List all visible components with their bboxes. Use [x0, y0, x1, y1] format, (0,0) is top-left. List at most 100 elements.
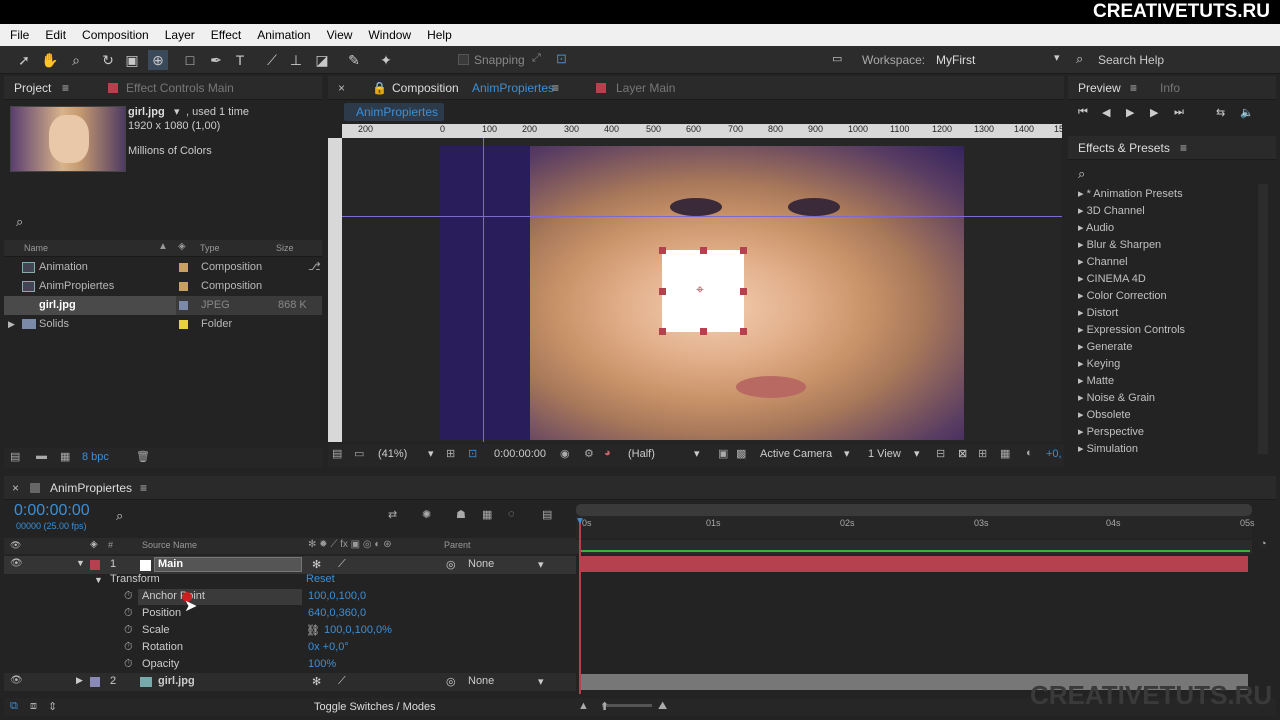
pickwhip-icon[interactable]: ◎ [446, 675, 456, 688]
selection-tool-icon[interactable]: ➚ [14, 50, 34, 70]
camera-tool-icon[interactable]: ▣ [122, 50, 142, 70]
menu-layer[interactable]: Layer [157, 24, 203, 46]
frame-blending-icon[interactable]: ▦ [482, 508, 492, 521]
graph-editor-icon[interactable]: ▤ [542, 508, 552, 521]
project-item-solids[interactable]: ▶ Solids Folder [4, 315, 322, 334]
menu-help[interactable]: Help [419, 24, 460, 46]
value-rotation[interactable]: 0x +0,0° [308, 641, 349, 653]
effect-category[interactable]: ▸ Blur & Sharpen [1078, 238, 1161, 251]
stopwatch-icon[interactable]: ⏱ [124, 641, 133, 654]
expand-stretch-icon[interactable]: ⇕ [48, 700, 57, 713]
col-name[interactable]: Name [24, 243, 48, 253]
eye-icon[interactable]: 👁 [10, 675, 23, 686]
new-composition-icon[interactable]: ▦ [60, 450, 70, 463]
rotate-tool-icon[interactable]: ↻ [98, 50, 118, 70]
workspace-dropdown-icon[interactable]: ▾ [1054, 51, 1060, 64]
transform-label[interactable]: Transform [110, 573, 160, 585]
project-search-icon[interactable]: ⌕ [16, 214, 23, 230]
menu-window[interactable]: Window [360, 24, 419, 46]
hand-tool-icon[interactable]: ✋ [40, 50, 60, 70]
preview-menu-icon[interactable]: ≡ [1130, 81, 1137, 95]
effect-category[interactable]: ▸ Obsolete [1078, 408, 1131, 421]
timeline-icon[interactable]: ⊞ [978, 447, 987, 460]
channel-icon[interactable]: ◕ [604, 447, 611, 459]
current-time[interactable]: 0:00:00:00 [494, 448, 546, 460]
anchor-point-icon[interactable]: ⌖ [696, 281, 704, 298]
layer-label-color[interactable] [90, 677, 100, 687]
shy-switch-icon[interactable]: ✻ [312, 675, 321, 688]
eye-icon[interactable]: 👁 [10, 558, 23, 569]
transparency-icon[interactable]: ▩ [736, 447, 746, 460]
effect-category[interactable]: ▸ Expression Controls [1078, 323, 1185, 336]
expand-triangle-icon[interactable]: ▶ [8, 315, 15, 334]
zoom-in-icon[interactable]: ⛰ [658, 700, 667, 713]
expand-switches-icon[interactable]: ⧉ [10, 700, 18, 713]
roto-tool-icon[interactable]: ✎ [344, 50, 364, 70]
menu-view[interactable]: View [319, 24, 361, 46]
interpret-footage-icon[interactable]: ▤ [10, 450, 20, 463]
handle-bm[interactable] [700, 328, 707, 335]
zoom-select[interactable]: (41%) [378, 448, 407, 460]
value-position[interactable]: 640,0,360,0 [308, 607, 366, 619]
close-icon[interactable]: × [338, 81, 345, 95]
tab-preview[interactable]: Preview [1078, 81, 1121, 95]
tab-info[interactable]: Info [1160, 81, 1180, 95]
effects-scrollbar[interactable] [1258, 184, 1268, 454]
timeline-search-icon[interactable]: ⌕ [116, 508, 123, 524]
transform-expand-icon[interactable]: ▼ [94, 575, 103, 585]
prop-position[interactable]: Position [142, 607, 181, 619]
layer-row-main[interactable]: 👁 ▼ 1 Main ✻ ⟋ ◎ None ▾ [4, 556, 576, 574]
menu-file[interactable]: File [0, 24, 37, 46]
timeline-menu-icon[interactable]: ≡ [140, 481, 147, 495]
file-dropdown-icon[interactable]: ▾ [174, 105, 180, 118]
handle-tm[interactable] [700, 247, 707, 254]
pen-tool-icon[interactable]: ✒ [206, 50, 226, 70]
new-folder-icon[interactable]: ▬ [36, 450, 47, 462]
comp-menu-icon[interactable]: ≡ [552, 81, 559, 95]
handle-bl[interactable] [659, 328, 666, 335]
draft-3d-icon[interactable]: ✺ [422, 508, 431, 521]
solid-layer-main[interactable]: ⌖ [659, 247, 747, 335]
tab-project[interactable]: Project [14, 81, 51, 95]
layer-name-field[interactable]: Main [154, 557, 302, 572]
first-frame-icon[interactable]: ⏮ [1078, 106, 1088, 119]
exposure-icon[interactable]: ◐ [1026, 447, 1033, 459]
layer-row-girl[interactable]: 👁 ▶ 2 girl.jpg ✻ ⟋ ◎ None ▾ [4, 673, 576, 691]
shy-layers-icon[interactable]: ☗ [456, 508, 466, 521]
transform-reset[interactable]: Reset [306, 573, 335, 585]
handle-ml[interactable] [659, 288, 666, 295]
zoom-dropdown-icon[interactable]: ▾ [428, 447, 434, 460]
pixel-aspect-icon[interactable]: ⊟ [936, 447, 945, 460]
quality-switch-icon[interactable]: ⟋ [338, 558, 346, 571]
effect-category[interactable]: ▸ Noise & Grain [1078, 391, 1155, 404]
comp-breadcrumb[interactable]: AnimPropiertes [344, 103, 444, 121]
handle-br[interactable] [740, 328, 747, 335]
prev-frame-icon[interactable]: ◀ [1102, 106, 1110, 119]
stopwatch-icon[interactable]: ⏱ [124, 624, 133, 637]
col-parent[interactable]: Parent [444, 540, 471, 550]
timeline-timecode[interactable]: 0:00:00:00 [14, 502, 90, 520]
stopwatch-icon[interactable]: ⏱ [124, 607, 133, 620]
stopwatch-icon[interactable]: ⏱ [124, 658, 133, 671]
tab-timeline-comp[interactable]: AnimPropiertes [50, 481, 132, 495]
loop-icon[interactable]: ⇆ [1216, 106, 1225, 119]
time-ruler[interactable]: 0s 01s 02s 03s 04s 05s [576, 516, 1255, 538]
parent-select[interactable]: None [468, 558, 494, 570]
toggle-switches-modes[interactable]: Toggle Switches / Modes [314, 701, 436, 713]
workspace-select[interactable]: MyFirst [936, 53, 975, 67]
effect-category[interactable]: ▸ Channel [1078, 255, 1128, 268]
audio-icon[interactable]: 🔈 [1240, 106, 1254, 119]
fit-icon[interactable]: ⊞ [446, 447, 455, 460]
show-snapshot-icon[interactable]: ⚙ [584, 447, 594, 460]
parent-select[interactable]: None [468, 675, 494, 687]
effect-category[interactable]: ▸ 3D Channel [1078, 204, 1145, 217]
grid-icon[interactable]: ⊡ [468, 447, 477, 460]
layer-expand-icon[interactable]: ▼ [76, 558, 85, 568]
stopwatch-icon[interactable]: ⏱ [124, 590, 133, 603]
menu-edit[interactable]: Edit [37, 24, 74, 46]
menu-composition[interactable]: Composition [74, 24, 157, 46]
guide-horizontal[interactable] [342, 216, 1062, 217]
tab-composition-name[interactable]: AnimPropiertes [472, 81, 554, 95]
tab-layer-main[interactable]: Layer Main [616, 81, 675, 95]
puppet-tool-icon[interactable]: ✦ [376, 50, 396, 70]
